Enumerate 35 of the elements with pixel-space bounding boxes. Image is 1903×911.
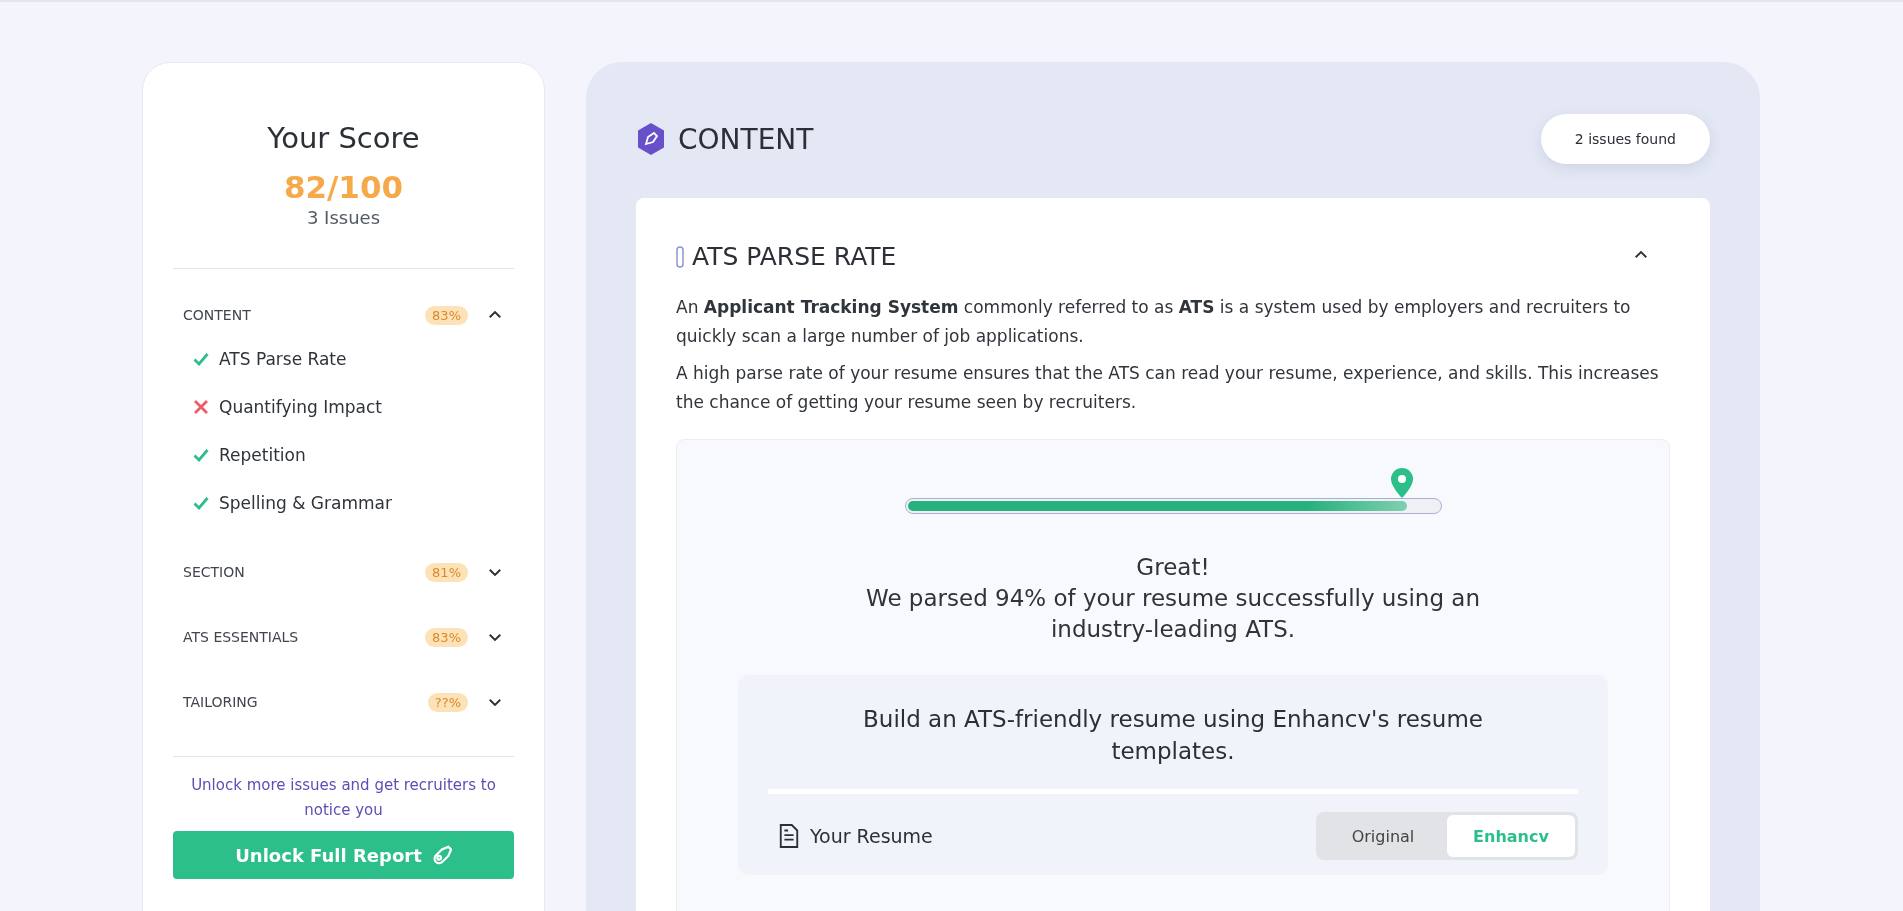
category-percent: 83% xyxy=(425,627,468,647)
panel-title: CONTENT xyxy=(678,122,815,156)
check-label[interactable]: Repetition xyxy=(219,445,306,465)
issues-badge: 2 issues found xyxy=(1540,114,1710,164)
location-pin-icon xyxy=(1390,468,1415,498)
category-name: CONTENT xyxy=(183,307,252,323)
category-header[interactable]: TAILORING ??% xyxy=(173,682,514,722)
category-name: SECTION xyxy=(183,564,246,580)
result-headline: Great! xyxy=(1136,553,1210,582)
category-percent: 81% xyxy=(425,562,468,582)
resume-label: Your Resume xyxy=(810,825,934,847)
description-paragraph: A high parse rate of your resume ensures that the ATS can read your resume, experience, and skills. This increases the chance of getting your resume seen by recruiters. xyxy=(676,362,1660,414)
check-label[interactable]: Quantifying Impact xyxy=(219,397,382,417)
category-name: TAILORING xyxy=(183,694,259,710)
category-percent: ??% xyxy=(427,692,468,712)
toggle-option[interactable]: Original xyxy=(1319,815,1447,857)
category-header[interactable]: SECTION 81% xyxy=(173,552,514,592)
category-header[interactable]: CONTENT 83% xyxy=(173,295,514,335)
marker-icon xyxy=(676,245,684,268)
unlock-message: Unlock more issues and get recruiters to notice you xyxy=(190,775,497,821)
score-value: 82/100 xyxy=(283,169,404,205)
section-title: ATS PARSE RATE xyxy=(692,242,898,271)
issues-count: 3 Issues xyxy=(306,207,381,228)
document-icon xyxy=(778,823,800,849)
category-percent: 83% xyxy=(425,305,468,325)
category-header[interactable]: ATS ESSENTIALS 83% xyxy=(173,617,514,657)
category-name: ATS ESSENTIALS xyxy=(183,629,300,645)
pen-tool-icon xyxy=(636,122,666,156)
promo-text: Build an ATS-friendly resume using Enhancv's resume templates. xyxy=(862,705,1484,766)
section-header[interactable]: ATS PARSE RATE xyxy=(676,242,1670,271)
check-label[interactable]: Spelling & Grammar xyxy=(219,493,392,513)
check-label[interactable]: ATS Parse Rate xyxy=(219,349,347,369)
score-title: Your Score xyxy=(267,121,420,155)
description-paragraph: An Applicant Tracking System commonly referred to as ATS is a system used by employers and recruiters to quickly scan a large number of job applications. xyxy=(676,296,1632,348)
result-message: We parsed 94% of your resume successfully using an industry-leading ATS. xyxy=(865,584,1481,644)
